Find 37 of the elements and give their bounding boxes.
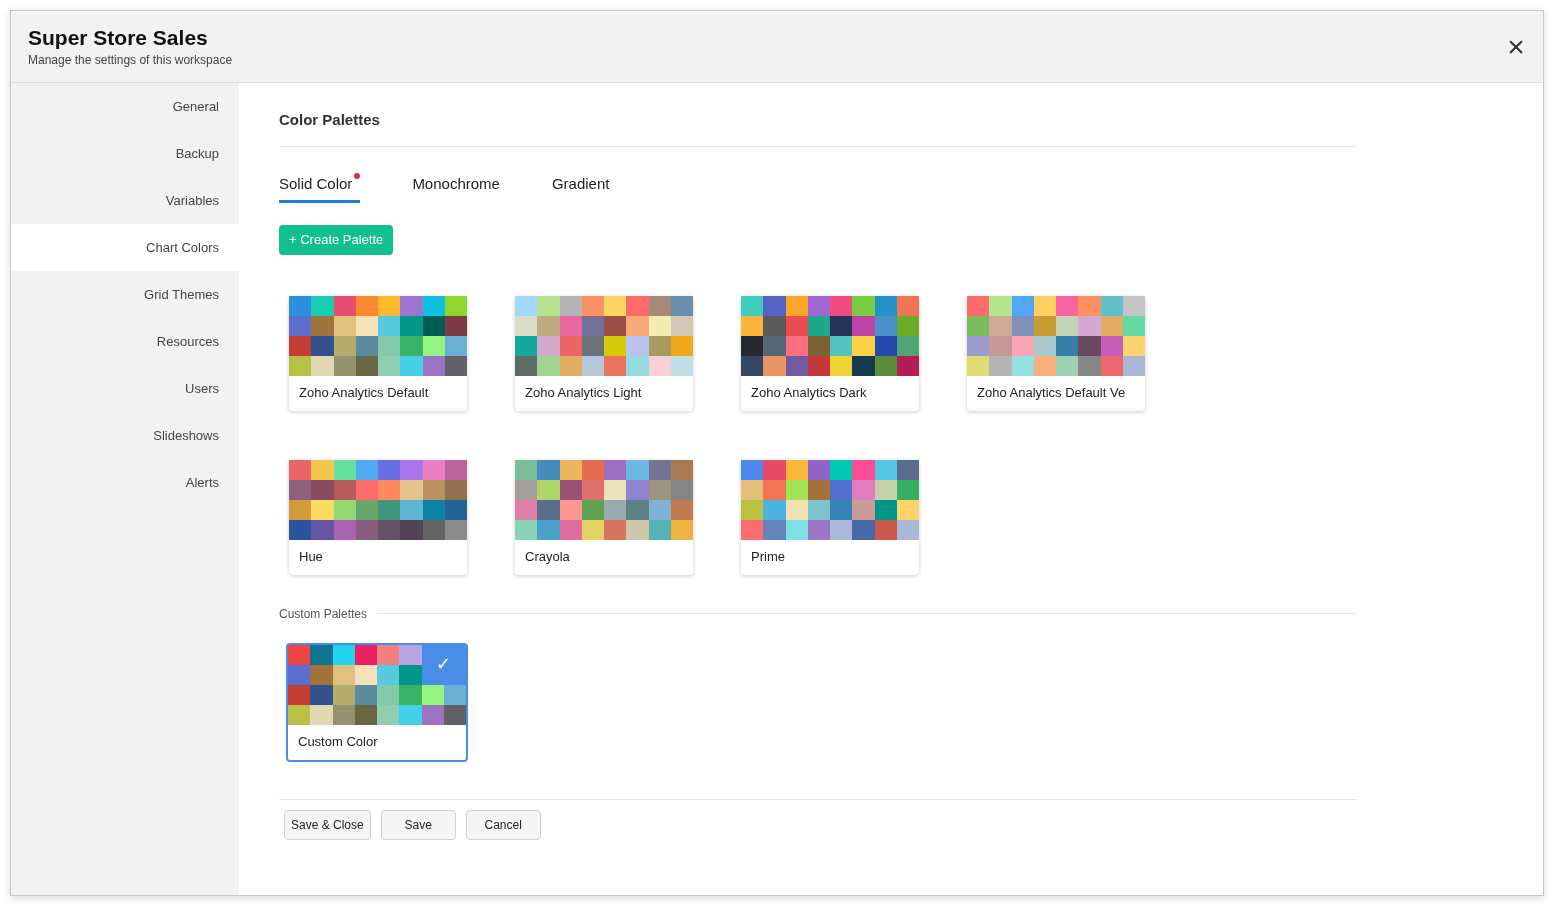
sidebar-item[interactable]: Chart Colors [11, 224, 239, 271]
palette-name: Zoho Analytics Default Ve [976, 384, 1127, 403]
palette-card[interactable]: Zoho Analytics Default Ve [967, 295, 1145, 411]
checkmark-badge: ✓ [421, 644, 466, 685]
sidebar-item[interactable]: Users [11, 365, 239, 412]
section-title: Color Palettes [279, 111, 380, 128]
window-subtitle: Manage the settings of this workspace [28, 51, 233, 69]
sidebar-item[interactable]: Grid Themes [11, 271, 239, 318]
sidebar-item[interactable]: Backup [11, 130, 239, 177]
palette-name: Hue [298, 548, 324, 567]
dialog-button[interactable]: Save & Close [284, 809, 371, 840]
palette-name: Crayola [524, 548, 571, 567]
sidebar-item[interactable]: Slideshows [11, 412, 239, 459]
dialog-button[interactable]: Save [380, 809, 456, 840]
sidebar-item[interactable]: Alerts [11, 459, 239, 506]
tab[interactable]: Solid Color [279, 171, 361, 203]
palette-name: Prime [750, 548, 786, 567]
section-label: Custom Palettes [279, 605, 368, 623]
palette-card[interactable]: Crayola [515, 459, 693, 575]
dialog-button[interactable]: Cancel [465, 809, 541, 840]
palette-name: Custom Color [297, 733, 379, 752]
palette-card[interactable]: Prime [741, 459, 919, 575]
tab[interactable]: Gradient [551, 171, 610, 203]
palette-card[interactable]: Zoho Analytics Light [515, 295, 693, 411]
window-title: Super Store Sales [28, 24, 209, 51]
palette-card[interactable]: Zoho Analytics Dark [741, 295, 919, 411]
palette-name: Zoho Analytics Light [524, 384, 643, 403]
palette-card[interactable]: Zoho Analytics Default [289, 295, 467, 411]
sidebar-item[interactable]: General [11, 83, 239, 130]
palette-card[interactable]: ✓ Custom Color [286, 642, 468, 762]
palette-card[interactable]: Hue [289, 459, 467, 575]
sidebar-item[interactable]: Resources [11, 318, 239, 365]
palette-name: Zoho Analytics Default [298, 384, 430, 403]
sidebar-item[interactable]: Variables [11, 177, 239, 224]
palette-name: Zoho Analytics Dark [750, 384, 868, 403]
close-button[interactable]: × [1503, 33, 1529, 60]
tab[interactable]: Monochrome [412, 171, 500, 203]
